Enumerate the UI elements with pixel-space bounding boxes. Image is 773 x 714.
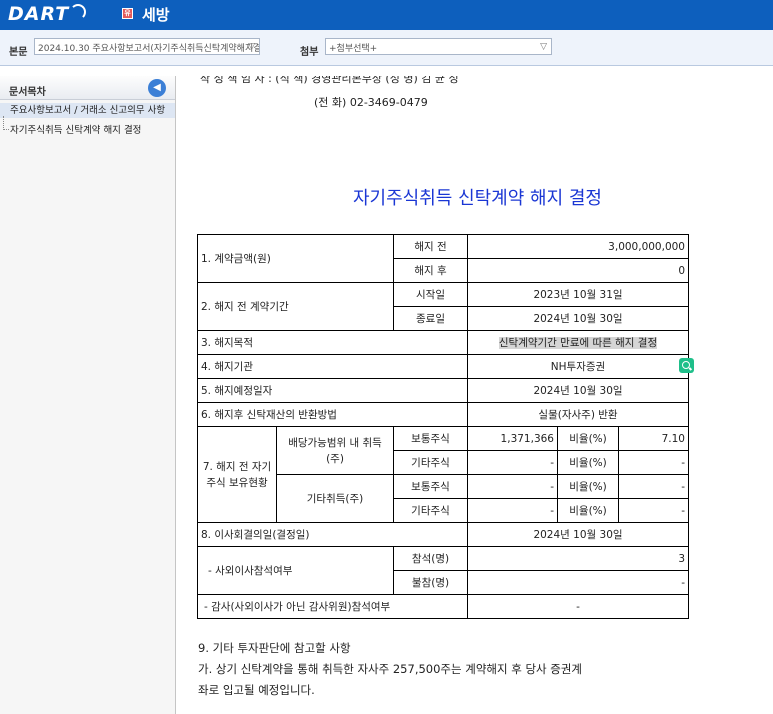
- sidebar-header: 문서목차 ◀: [0, 76, 175, 100]
- toolbar: 본문 2024.10.30 주요사항보고서(자기주식취득신탁계약해지결정) ▽ …: [0, 30, 773, 66]
- auditor-attendance-label: - 감사(사외이사가 아닌 감사위원)참석여부: [197, 594, 468, 619]
- purpose-highlight: 신탁계약기간 만료에 따른 해지 결정: [498, 337, 658, 349]
- dividend-common-value: 1,371,366: [467, 426, 558, 451]
- other-acquisition-label: 기타취득(주): [276, 474, 394, 523]
- main-doc-select-value: 2024.10.30 주요사항보고서(자기주식취득신탁계약해지결정): [38, 44, 260, 54]
- main-doc-label: 본문: [9, 47, 28, 58]
- chevron-down-icon: ▽: [248, 42, 255, 52]
- other-common-value: -: [467, 474, 558, 499]
- sidebar-item-trust-termination[interactable]: 자기주식취득 신탁계약 해지 결정: [0, 123, 175, 138]
- collapse-sidebar-button[interactable]: ◀: [148, 79, 166, 97]
- attach-label: 첨부: [300, 47, 319, 58]
- disclosure-table: 1. 계약금액(원) 해지 전 3,000,000,000 해지 후 0 2. …: [197, 234, 689, 619]
- company-badge-icon: 유: [122, 8, 133, 19]
- return-method-label: 6. 해지후 신탁재산의 반환방법: [197, 402, 468, 427]
- absent-label: 불참(명): [393, 570, 468, 595]
- outside-director-label: - 사외이사참석여부: [197, 546, 394, 595]
- top-bar: DART 유 세방: [0, 0, 773, 30]
- absent-value: -: [467, 570, 689, 595]
- chevron-down-icon: ▽: [540, 42, 547, 52]
- institution-value: NH투자증권: [467, 354, 689, 379]
- holdings-label: 7. 해지 전 자기주식 보유현황: [197, 426, 277, 523]
- auditor-attendance-value: -: [467, 594, 689, 619]
- sidebar: 문서목차 ◀ 주요사항보고서 / 거래소 신고의무 사항 자기주식취득 신탁계약…: [0, 76, 176, 714]
- other-stock-label: 기타주식: [393, 498, 468, 523]
- sidebar-title: 문서목차: [9, 87, 46, 98]
- logo-swoosh-icon: [70, 4, 86, 20]
- ratio-label: 비율(%): [557, 498, 619, 523]
- attach-select[interactable]: +첨부선택+ ▽: [325, 38, 552, 55]
- end-date-label: 종료일: [393, 306, 468, 331]
- phone-number: (전 화) 02-3469-0479: [314, 96, 428, 109]
- dart-logo[interactable]: DART: [8, 3, 69, 25]
- present-value: 3: [467, 546, 689, 571]
- responsible-person: 작 성 책 임 자 : (직 책) 경영관리본부장 (성 명) 김 균 성: [200, 76, 459, 85]
- sidebar-item-report[interactable]: 주요사항보고서 / 거래소 신고의무 사항: [0, 103, 175, 118]
- termination-date-value: 2024년 10월 30일: [467, 378, 689, 403]
- before-termination-label: 해지 전: [393, 234, 468, 259]
- contract-amount-label: 1. 계약금액(원): [197, 234, 394, 283]
- dividend-other-value: -: [467, 450, 558, 475]
- after-termination-label: 해지 후: [393, 258, 468, 283]
- notes-heading: 9. 기타 투자판단에 참고할 사항: [198, 641, 351, 655]
- purpose-label: 3. 해지목적: [197, 330, 468, 355]
- common-stock-label: 보통주식: [393, 474, 468, 499]
- other-common-ratio: -: [618, 474, 689, 499]
- common-stock-label: 보통주식: [393, 426, 468, 451]
- other-other-value: -: [467, 498, 558, 523]
- other-other-ratio: -: [618, 498, 689, 523]
- ratio-label: 비율(%): [557, 426, 619, 451]
- main-doc-select[interactable]: 2024.10.30 주요사항보고서(자기주식취득신탁계약해지결정) ▽: [34, 38, 260, 55]
- board-date-label: 8. 이사회결의일(결정일): [197, 522, 468, 547]
- return-method-value: 실물(자사주) 반환: [467, 402, 689, 427]
- document-title: 자기주식취득 신탁계약 해지 결정: [352, 188, 602, 209]
- purpose-value: 신탁계약기간 만료에 따른 해지 결정: [467, 330, 689, 355]
- attach-select-value: +첨부선택+: [329, 44, 378, 54]
- start-date-label: 시작일: [393, 282, 468, 307]
- institution-label: 4. 해지기관: [197, 354, 468, 379]
- before-termination-value: 3,000,000,000: [467, 234, 689, 259]
- ratio-label: 비율(%): [557, 474, 619, 499]
- end-date-value: 2024년 10월 30일: [467, 306, 689, 331]
- other-stock-label: 기타주식: [393, 450, 468, 475]
- present-label: 참석(명): [393, 546, 468, 571]
- document-view: 작 성 책 임 자 : (직 책) 경영관리본부장 (성 명) 김 균 성 (전…: [182, 76, 773, 714]
- notes-line: 좌로 입고될 예정입니다.: [198, 683, 315, 697]
- start-date-value: 2023년 10월 31일: [467, 282, 689, 307]
- contract-period-label: 2. 해지 전 계약기간: [197, 282, 394, 331]
- search-icon[interactable]: [679, 358, 694, 373]
- dividend-range-label: 배당가능범위 내 취득(주): [276, 426, 394, 475]
- ratio-label: 비율(%): [557, 450, 619, 475]
- dividend-common-ratio: 7.10: [618, 426, 689, 451]
- notes-line: 가. 상기 신탁계약을 통해 취득한 자사주 257,500주는 계약해지 후 …: [198, 662, 583, 676]
- dividend-other-ratio: -: [618, 450, 689, 475]
- after-termination-value: 0: [467, 258, 689, 283]
- board-date-value: 2024년 10월 30일: [467, 522, 689, 547]
- termination-date-label: 5. 해지예정일자: [197, 378, 468, 403]
- company-name: 세방: [142, 6, 170, 24]
- notes: 9. 기타 투자판단에 참고할 사항 가. 상기 신탁계약을 통해 취득한 자사…: [198, 638, 582, 701]
